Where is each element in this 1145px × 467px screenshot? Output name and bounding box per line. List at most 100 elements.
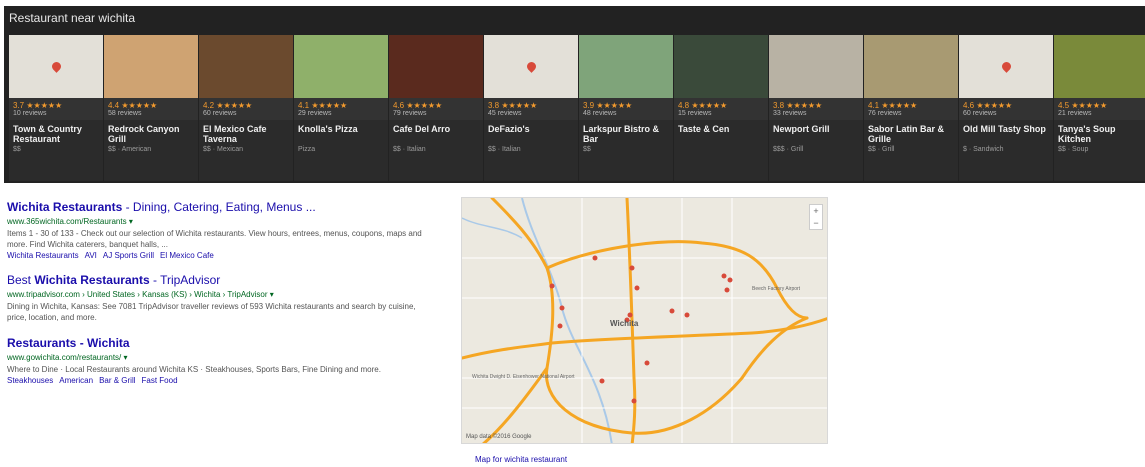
card-rating: 3.8 ★★★★★ 45 reviews	[484, 98, 578, 120]
star-rating-icon: ★★★★★	[311, 101, 348, 110]
card-rating: 3.8 ★★★★★ 33 reviews	[769, 98, 863, 120]
sitelink[interactable]: AJ Sports Grill	[103, 251, 154, 260]
star-rating-icon: ★★★★★	[406, 101, 443, 110]
carousel-card[interactable]: 3.7 ★★★★★ 10 reviews Town & Country Rest…	[9, 35, 103, 181]
card-subtitle: Pizza	[298, 146, 316, 153]
carousel-card[interactable]: 4.5 ★★★★★ 21 reviews Tanya's Soup Kitche…	[1054, 35, 1145, 181]
card-rating: 4.1 ★★★★★ 76 reviews	[864, 98, 958, 120]
sitelink[interactable]: American	[59, 376, 93, 385]
carousel-card[interactable]: 4.8 ★★★★★ 15 reviews Taste & Cen	[674, 35, 768, 181]
zoom-out-button[interactable]: −	[810, 217, 822, 229]
review-count: 60 reviews	[203, 110, 237, 117]
carousel-card[interactable]: 3.8 ★★★★★ 45 reviews DeFazio's $$ · Ital…	[484, 35, 578, 181]
card-name: Larkspur Bistro & Bar	[583, 124, 660, 144]
card-subtitle: $$ · Italian	[393, 146, 426, 153]
card-name: Sabor Latin Bar & Grille	[868, 124, 945, 144]
result-snippet: Items 1 - 30 of 133 - Check out our sele…	[7, 229, 422, 249]
sitelink[interactable]: Wichita Restaurants	[7, 251, 79, 260]
review-count: 45 reviews	[488, 110, 522, 117]
rating-value: 4.8	[678, 101, 690, 110]
card-name: Tanya's Soup Kitchen	[1058, 124, 1116, 144]
star-rating-icon: ★★★★★	[596, 101, 633, 110]
result-title-link[interactable]: Wichita Restaurants - Dining, Catering, …	[7, 200, 432, 214]
card-rating: 3.7 ★★★★★ 10 reviews	[9, 98, 103, 120]
star-rating-icon: ★★★★★	[786, 101, 823, 110]
result-title-rest: - TripAdvisor	[149, 273, 221, 287]
card-subtitle: $$ · Italian	[488, 146, 521, 153]
result-url: www.tripadvisor.com › United States › Ka…	[7, 290, 432, 299]
search-result: Wichita Restaurants - Dining, Catering, …	[7, 200, 432, 260]
star-rating-icon: ★★★★★	[121, 101, 158, 110]
card-rating: 4.2 ★★★★★ 60 reviews	[199, 98, 293, 120]
rating-value: 3.9	[583, 101, 595, 110]
carousel-card[interactable]: 3.8 ★★★★★ 33 reviews Newport Grill $$$ ·…	[769, 35, 863, 181]
carousel-card[interactable]: 4.6 ★★★★★ 60 reviews Old Mill Tasty Shop…	[959, 35, 1053, 181]
result-url-text: www.gowichita.com/restaurants/	[7, 353, 122, 362]
sitelink[interactable]: Steakhouses	[7, 376, 53, 385]
card-thumbnail	[769, 35, 863, 98]
zoom-in-button[interactable]: +	[810, 205, 822, 217]
carousel-card[interactable]: 4.2 ★★★★★ 60 reviews El Mexico Cafe Tave…	[199, 35, 293, 181]
sitelink[interactable]: AVI	[85, 251, 97, 260]
result-title-link[interactable]: Restaurants - Wichita	[7, 336, 432, 350]
result-title-bold: Restaurants - Wichita	[7, 336, 130, 350]
map-label-city: Wichita	[610, 319, 639, 328]
carousel-card[interactable]: 4.4 ★★★★★ 58 reviews Redrock Canyon Gril…	[104, 35, 198, 181]
rating-value: 3.8	[773, 101, 785, 110]
result-title-bold: Wichita Restaurants	[7, 200, 123, 214]
card-thumbnail	[1054, 35, 1145, 98]
card-subtitle: $$	[583, 146, 591, 153]
map-pin-icon	[525, 60, 538, 73]
card-thumbnail	[104, 35, 198, 98]
result-url-text: www.tripadvisor.com › United States › Ka…	[7, 290, 268, 299]
sitelink[interactable]: El Mexico Cafe	[160, 251, 214, 260]
review-count: 15 reviews	[678, 110, 712, 117]
map-zoom-control[interactable]: + −	[809, 204, 823, 230]
local-carousel: Restaurant near wichita 3.7 ★★★★★ 10 rev…	[4, 6, 1145, 183]
sitelink[interactable]: Bar & Grill	[99, 376, 135, 385]
card-rating: 4.8 ★★★★★ 15 reviews	[674, 98, 768, 120]
star-rating-icon: ★★★★★	[691, 101, 728, 110]
map-pin-icon	[1000, 60, 1013, 73]
result-title-prefix: Best	[7, 273, 35, 287]
review-count: 60 reviews	[963, 110, 997, 117]
map-graphic[interactable]: Wichita Beech Factory Airport Wichita Dw…	[462, 198, 828, 444]
card-thumbnail	[484, 35, 578, 98]
carousel-card[interactable]: 4.1 ★★★★★ 76 reviews Sabor Latin Bar & G…	[864, 35, 958, 181]
card-name: Old Mill Tasty Shop	[963, 124, 1046, 134]
carousel-card[interactable]: 4.1 ★★★★★ 29 reviews Knolla's Pizza Pizz…	[294, 35, 388, 181]
review-count: 10 reviews	[13, 110, 47, 117]
star-rating-icon: ★★★★★	[501, 101, 538, 110]
sitelink[interactable]: Fast Food	[142, 376, 178, 385]
review-count: 48 reviews	[583, 110, 617, 117]
rating-value: 3.7	[13, 101, 25, 110]
dropdown-arrow-icon[interactable]: ▾	[129, 217, 133, 226]
dropdown-arrow-icon[interactable]: ▾	[270, 290, 274, 299]
card-subtitle: $ · Sandwich	[963, 146, 1004, 153]
review-count: 76 reviews	[868, 110, 902, 117]
card-thumbnail	[959, 35, 1053, 98]
carousel-card[interactable]: 3.9 ★★★★★ 48 reviews Larkspur Bistro & B…	[579, 35, 673, 181]
card-rating: 4.1 ★★★★★ 29 reviews	[294, 98, 388, 120]
map-panel[interactable]: Wichita Beech Factory Airport Wichita Dw…	[461, 197, 828, 444]
result-sitelinks: Steakhouses American Bar & Grill Fast Food	[7, 376, 432, 385]
dropdown-arrow-icon[interactable]: ▾	[124, 353, 128, 362]
map-for-link[interactable]: Map for wichita restaurant	[475, 455, 567, 464]
card-subtitle: $$$ · Grill	[773, 146, 804, 153]
star-rating-icon: ★★★★★	[1071, 101, 1108, 110]
star-rating-icon: ★★★★★	[216, 101, 253, 110]
card-rating: 4.6 ★★★★★ 60 reviews	[959, 98, 1053, 120]
rating-value: 4.1	[868, 101, 880, 110]
result-title-link[interactable]: Best Wichita Restaurants - TripAdvisor	[7, 273, 432, 287]
card-thumbnail	[389, 35, 483, 98]
review-count: 29 reviews	[298, 110, 332, 117]
rating-value: 4.6	[963, 101, 975, 110]
card-rating: 4.4 ★★★★★ 58 reviews	[104, 98, 198, 120]
review-count: 79 reviews	[393, 110, 427, 117]
card-rating: 4.5 ★★★★★ 21 reviews	[1054, 98, 1145, 120]
card-name: El Mexico Cafe Taverna	[203, 124, 267, 144]
card-thumbnail	[199, 35, 293, 98]
carousel-card[interactable]: 4.6 ★★★★★ 79 reviews Cafe Del Arro $$ · …	[389, 35, 483, 181]
carousel-cards: 3.7 ★★★★★ 10 reviews Town & Country Rest…	[9, 35, 1145, 181]
card-name: Town & Country Restaurant	[13, 124, 82, 144]
